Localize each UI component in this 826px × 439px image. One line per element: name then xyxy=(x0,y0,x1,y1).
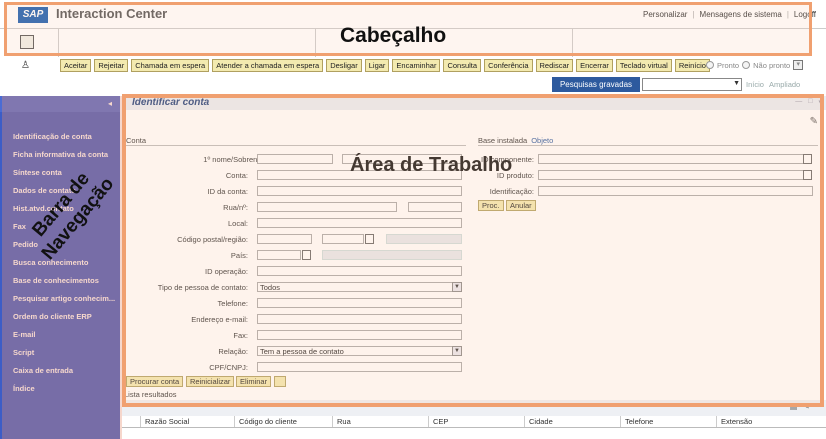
header-caption: Cabeçalho xyxy=(340,24,447,47)
end-button[interactable]: Encerrar xyxy=(576,59,613,72)
status-dropdown[interactable]: ▾ xyxy=(793,60,804,70)
column-extension[interactable]: Extensão xyxy=(716,416,826,427)
reject-button[interactable]: Rejeitar xyxy=(94,59,129,72)
redial-button[interactable]: Rediscar xyxy=(535,59,574,72)
column-phone[interactable]: Telefone xyxy=(620,416,716,427)
navigation-highlight xyxy=(2,96,122,439)
virtual-keyboard-button[interactable]: Teclado virtual xyxy=(615,59,672,72)
start-link[interactable]: Início xyxy=(746,80,764,89)
communication-toolbar: ♙ Aceitar Rejeitar Chamada em espera Ate… xyxy=(0,58,826,74)
results-table-header: Razão Social Código do cliente Rua CEP C… xyxy=(122,416,826,428)
chevron-down-icon: ▼ xyxy=(733,80,740,87)
toolbar-buttons: Aceitar Rejeitar Chamada em espera Atend… xyxy=(60,59,710,72)
expanded-link[interactable]: Ampliado xyxy=(769,80,800,89)
saved-searches-button[interactable]: Pesquisas gravadas xyxy=(552,77,640,92)
saved-search-bar: Pesquisas gravadas ▼ Início Ampliado xyxy=(0,76,826,94)
search-links: Início Ampliado xyxy=(746,80,800,89)
saved-search-select[interactable]: ▼ xyxy=(642,78,742,91)
restart-button[interactable]: Reinício xyxy=(674,59,710,72)
work-area-highlight xyxy=(122,94,824,407)
consult-button[interactable]: Consulta xyxy=(443,59,482,72)
retrieve-button[interactable]: Atender a chamada em espera xyxy=(212,59,324,72)
conference-button[interactable]: Conferência xyxy=(484,59,533,72)
column-street[interactable]: Rua xyxy=(332,416,428,427)
agent-icon[interactable]: ♙ xyxy=(21,60,30,71)
column-company-name[interactable]: Razão Social xyxy=(140,416,234,427)
hold-button[interactable]: Chamada em espera xyxy=(131,59,210,72)
not-ready-radio[interactable] xyxy=(742,61,751,69)
column-customer-code[interactable]: Código do cliente xyxy=(234,416,332,427)
accept-button[interactable]: Aceitar xyxy=(60,59,92,72)
column-postal-code[interactable]: CEP xyxy=(428,416,524,427)
dial-button[interactable]: Ligar xyxy=(364,59,390,72)
hangup-button[interactable]: Desligar xyxy=(326,59,362,72)
availability-status: Pronto Não pronto ▾ xyxy=(706,60,804,70)
select-column[interactable] xyxy=(122,416,140,427)
column-city[interactable]: Cidade xyxy=(524,416,620,427)
not-ready-label: Não pronto xyxy=(753,60,791,70)
ready-radio[interactable] xyxy=(706,61,714,69)
ready-label: Pronto xyxy=(717,60,740,70)
transfer-button[interactable]: Encaminhar xyxy=(392,59,441,72)
